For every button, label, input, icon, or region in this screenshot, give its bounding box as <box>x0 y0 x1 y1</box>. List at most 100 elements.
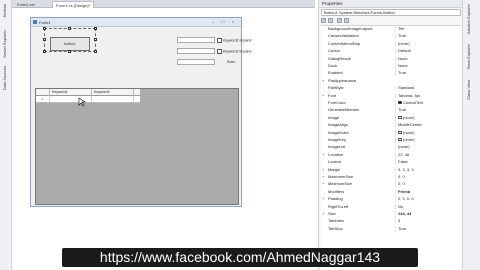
property-row[interactable]: ContextMenuStrip (none) <box>321 40 461 47</box>
property-value[interactable]: False <box>395 159 459 166</box>
grid-new-row[interactable]: * <box>36 96 140 103</box>
solution-explorer-tab[interactable]: Solution Explorer <box>466 4 471 34</box>
form-window[interactable]: Form1 – □ × button1 Keyword1 Expand Keyw… <box>30 17 251 207</box>
property-row[interactable]: GenerateMember True <box>321 107 461 114</box>
resize-handle[interactable] <box>68 50 71 53</box>
property-value[interactable]: No <box>395 203 459 210</box>
property-value[interactable]: MiddleCenter <box>395 122 459 129</box>
expand-icon[interactable]: + <box>322 196 324 202</box>
property-row[interactable]: CausesValidation True <box>321 33 461 40</box>
property-row[interactable]: + Padding 0, 0, 0, 0 <box>321 196 461 203</box>
expand-icon[interactable]: + <box>322 174 324 180</box>
property-value[interactable]: (none) <box>395 144 459 151</box>
property-value[interactable]: (none) <box>395 137 459 143</box>
property-value[interactable]: True <box>395 70 459 77</box>
property-value[interactable]: 0, 0 <box>395 181 459 188</box>
toolbox-tab[interactable]: Toolbox <box>2 4 7 18</box>
checkbox-keyword1[interactable]: Keyword1 Expand <box>217 38 251 43</box>
property-value[interactable]: 0, 0 <box>395 174 459 180</box>
property-value[interactable]: None <box>395 55 459 62</box>
expand-icon[interactable]: + <box>322 181 324 187</box>
tab-form1-code[interactable]: Form1.cs* <box>14 1 38 8</box>
grid-column-header[interactable]: Keyword2 <box>92 89 134 96</box>
property-value[interactable]: 0, 0, 0, 0 <box>395 196 459 203</box>
textbox-3[interactable] <box>177 59 215 65</box>
property-name: ImageAlign <box>328 122 349 128</box>
property-row[interactable]: ImageAlign MiddleCenter <box>321 122 461 129</box>
tab-form1-design[interactable]: Form1.cs [Design]* <box>52 1 95 8</box>
expand-icon[interactable]: + <box>322 211 324 217</box>
property-value[interactable]: Tile <box>395 26 459 32</box>
property-value-text: MiddleCenter <box>398 122 422 128</box>
resize-handle[interactable] <box>43 50 46 53</box>
property-value[interactable]: True <box>395 107 459 114</box>
property-value[interactable]: True <box>395 225 459 232</box>
property-value[interactable]: 3, 3, 3, 3 <box>395 166 459 173</box>
property-row[interactable]: BackgroundImageLayout Tile <box>321 26 461 32</box>
events-icon[interactable] <box>344 18 349 23</box>
property-value[interactable]: (none) <box>395 129 459 136</box>
resize-handle[interactable] <box>94 27 97 30</box>
expand-icon[interactable]: + <box>322 78 324 84</box>
resize-handle[interactable] <box>94 50 97 53</box>
property-row[interactable]: + Location 23, 48 <box>321 151 461 158</box>
property-value[interactable]: 3 <box>395 218 459 225</box>
expand-icon[interactable]: + <box>322 167 324 173</box>
textbox-1[interactable] <box>177 37 215 43</box>
property-row[interactable]: ForeColor ControlText <box>321 100 461 106</box>
property-value[interactable]: None <box>395 63 459 69</box>
property-name: Dock <box>328 63 338 68</box>
grid-cell[interactable] <box>92 96 134 103</box>
data-grid-view[interactable]: Keyword1 Keyword2 * <box>35 88 239 205</box>
property-value[interactable]: True <box>395 33 459 40</box>
resize-handle[interactable] <box>43 38 46 41</box>
property-row[interactable]: + FlatAppearance <box>321 78 461 84</box>
property-row[interactable]: FlatStyle Standard <box>321 85 461 92</box>
property-value[interactable]: (none) <box>395 114 459 121</box>
property-row[interactable]: ImageKey (none) <box>321 137 461 143</box>
property-name: TabIndex <box>328 218 345 224</box>
resize-handle[interactable] <box>43 27 46 30</box>
checkbox-keyword2[interactable]: Keyword2 Expand <box>217 49 251 54</box>
server-explorer-tab[interactable]: Server Explorer <box>2 30 7 58</box>
resize-handle[interactable] <box>94 38 97 41</box>
alphabetical-icon[interactable] <box>328 18 333 23</box>
team-explorer-tab[interactable]: Team Explorer <box>466 44 471 70</box>
property-row[interactable]: + Font Tahoma, 8pt <box>321 92 461 99</box>
object-selector[interactable]: Button1 System.Windows.Forms.Button <box>321 9 461 16</box>
property-value[interactable]: Default <box>395 48 459 55</box>
expand-icon[interactable]: + <box>322 93 324 99</box>
property-value[interactable]: ControlText <box>395 100 459 106</box>
property-row[interactable]: Locked False <box>321 159 461 166</box>
property-row[interactable]: Image (none) <box>321 114 461 121</box>
textbox-2[interactable] <box>177 48 215 54</box>
property-value[interactable]: Tahoma, 8pt <box>395 92 459 99</box>
property-row[interactable]: Cursor Default <box>321 48 461 55</box>
property-row[interactable]: Enabled True <box>321 70 461 77</box>
data-sources-tab[interactable]: Data Sources <box>2 66 7 90</box>
property-row[interactable]: + MaximumSize 0, 0 <box>321 174 461 180</box>
expand-icon[interactable]: + <box>322 152 324 158</box>
properties-icon[interactable] <box>337 18 342 23</box>
property-row[interactable]: Modifiers Friend <box>321 188 461 195</box>
property-value[interactable]: (none) <box>395 40 459 47</box>
property-row[interactable]: + MinimumSize 0, 0 <box>321 181 461 188</box>
property-row[interactable]: TabStop True <box>321 225 461 232</box>
property-value[interactable]: Friend <box>395 188 459 195</box>
property-row[interactable]: + Size 144, 44 <box>321 211 461 217</box>
property-row[interactable]: + Margin 3, 3, 3, 3 <box>321 166 461 173</box>
property-row[interactable]: ImageList (none) <box>321 144 461 151</box>
property-row[interactable]: TabIndex 3 <box>321 218 461 225</box>
property-value[interactable]: Standard <box>395 85 459 92</box>
property-row[interactable]: Dock None <box>321 63 461 69</box>
property-row[interactable]: DialogResult None <box>321 55 461 62</box>
property-row[interactable]: ImageIndex (none) <box>321 129 461 136</box>
categorized-icon[interactable] <box>321 18 326 23</box>
resize-handle[interactable] <box>68 27 71 30</box>
grid-column-header[interactable]: Keyword1 <box>50 89 92 96</box>
property-value[interactable]: 144, 44 <box>395 211 459 217</box>
class-view-tab[interactable]: Class View <box>466 80 471 100</box>
property-value[interactable]: 23, 48 <box>395 151 459 158</box>
button1[interactable]: button1 <box>50 37 90 51</box>
property-row[interactable]: RightToLeft No <box>321 203 461 210</box>
